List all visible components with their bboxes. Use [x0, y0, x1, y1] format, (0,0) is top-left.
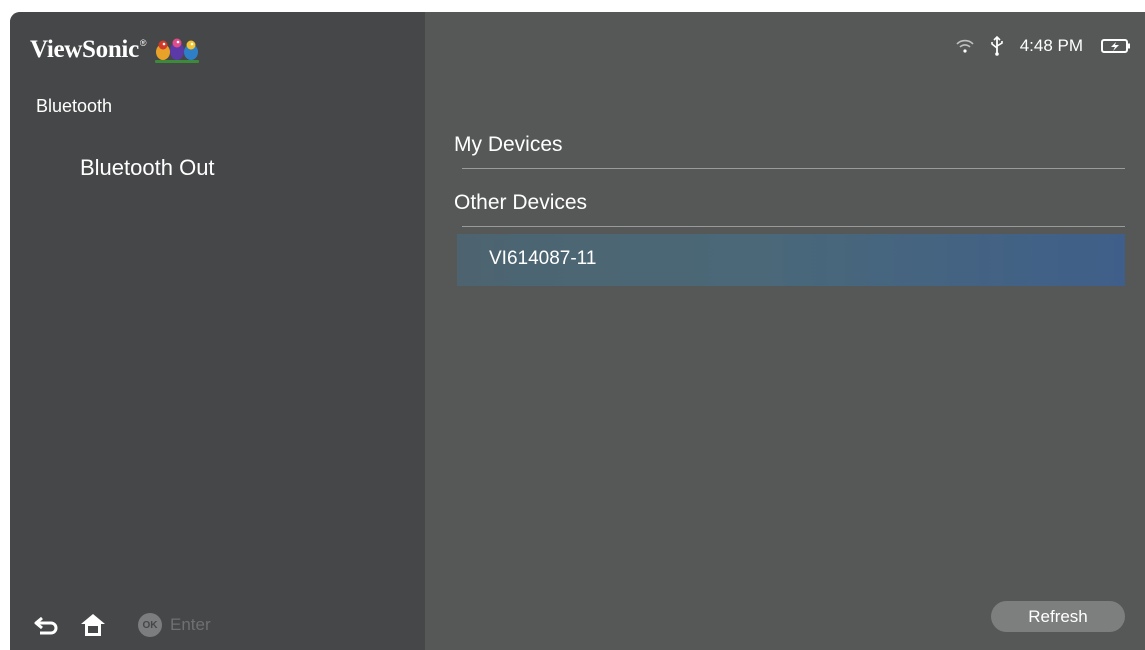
battery-charging-icon — [1101, 38, 1131, 54]
home-icon[interactable] — [78, 611, 108, 639]
other-devices-label: Other Devices — [454, 191, 588, 214]
back-arrow-icon[interactable] — [32, 611, 62, 639]
device-name: VI614087-11 — [489, 248, 597, 269]
bottom-hint-bar: OK Enter — [32, 610, 211, 640]
wifi-icon — [956, 38, 974, 54]
ok-button-icon: OK — [138, 613, 162, 637]
clock-time: 4:48 PM — [1019, 36, 1083, 55]
birds-logo-icon — [154, 38, 199, 63]
main-panel: 4:48 PM My Devices Other Devices VI61408… — [425, 12, 1145, 650]
sidebar: ViewSonic ® Bluetooth Bluetooth Out OK E… — [10, 12, 425, 650]
brand-name: ViewSonic — [30, 36, 139, 63]
sidebar-item-bluetooth-out[interactable]: Bluetooth Out — [80, 155, 215, 181]
device-row-vi614087-11[interactable]: VI614087-11 — [457, 234, 1125, 286]
status-bar: 4:48 PM — [956, 34, 1131, 58]
my-devices-label: My Devices — [454, 133, 563, 156]
brand-logo: ViewSonic ® — [30, 32, 201, 68]
usb-icon — [990, 36, 1004, 56]
enter-hint-label: Enter — [170, 615, 211, 634]
refresh-button[interactable]: Refresh — [991, 601, 1125, 632]
brand-trademark: ® — [139, 38, 147, 48]
sidebar-section-title: Bluetooth — [36, 96, 113, 116]
other-devices-divider — [462, 226, 1125, 227]
projector-screen: ViewSonic ® Bluetooth Bluetooth Out OK E… — [10, 12, 1145, 650]
my-devices-divider — [462, 168, 1125, 169]
